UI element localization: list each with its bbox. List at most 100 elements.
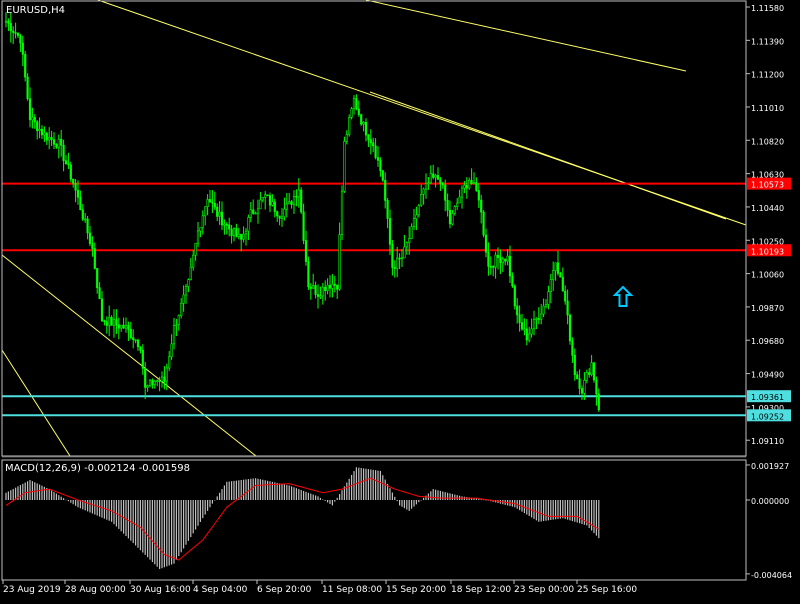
candle-body	[338, 234, 341, 290]
candle-body	[304, 240, 308, 262]
candle-body	[415, 214, 418, 219]
macd-histogram-bar	[187, 500, 189, 541]
candle-body	[319, 295, 322, 298]
macd-histogram-bar	[317, 496, 319, 500]
chart-canvas[interactable]: 1.115801.113901.112001.110101.108201.106…	[0, 0, 800, 600]
macd-histogram-bar	[161, 500, 163, 569]
macd-histogram-bar	[127, 500, 129, 539]
macd-histogram-bar	[442, 491, 444, 500]
trading-chart-window[interactable]: 1.11580 1.11390 1.11200 1.11010 1.10820 1.106…	[0, 0, 800, 600]
candle-body	[460, 187, 464, 198]
macd-histogram-bar	[58, 495, 60, 500]
candle-body	[590, 362, 593, 375]
macd-histogram-bar	[324, 500, 326, 501]
candle-body	[232, 228, 236, 237]
candle-body	[112, 319, 116, 326]
candle-body	[72, 178, 75, 184]
macd-histogram-bar	[363, 468, 365, 500]
macd-histogram-bar	[360, 468, 362, 500]
macd-histogram-bar	[283, 484, 285, 500]
macd-histogram-bar	[351, 474, 353, 500]
candle-body	[528, 333, 531, 341]
candle-body	[237, 233, 240, 237]
macd-histogram-bar	[437, 490, 439, 500]
candle-body	[93, 248, 96, 269]
candle-body	[499, 257, 502, 264]
candle-body	[324, 286, 327, 291]
price-tick-label: 1.11010	[751, 104, 784, 113]
candle-body	[187, 279, 190, 287]
candle-body	[177, 315, 180, 325]
candle-body	[494, 254, 497, 268]
candle-body	[7, 20, 10, 24]
time-tick-label: 6 Sep 20:00	[257, 585, 312, 595]
macd-histogram-bar	[257, 478, 259, 500]
macd-histogram-bar	[413, 500, 415, 507]
macd-histogram-bar	[77, 500, 79, 508]
macd-histogram-bar	[209, 500, 211, 508]
candle-body	[549, 279, 552, 293]
macd-histogram-bar	[233, 480, 235, 500]
candle-body	[496, 254, 500, 258]
macd-histogram-bar	[96, 500, 98, 516]
candle-body	[516, 305, 519, 316]
candle-body	[588, 372, 591, 375]
candle-body	[312, 285, 315, 289]
candle-body	[283, 208, 286, 218]
candle-body	[458, 196, 461, 204]
candle-body	[9, 23, 12, 32]
symbol-label: EURUSD,H4	[6, 5, 65, 16]
macd-histogram-bar	[243, 479, 245, 500]
candle-body	[501, 258, 504, 264]
macd-histogram-bar	[339, 494, 341, 500]
macd-histogram-bar	[103, 500, 105, 519]
candle-body	[84, 218, 87, 221]
macd-histogram-bar	[195, 500, 197, 530]
candle-body	[14, 32, 17, 34]
candle-body	[43, 132, 46, 136]
candle-body	[456, 202, 459, 207]
candle-body	[453, 206, 456, 214]
macd-histogram-bar	[454, 494, 456, 500]
candle-body	[578, 378, 581, 389]
candle-body	[468, 179, 471, 189]
macd-histogram-bar	[425, 495, 427, 500]
time-tick-label: 25 Sep 16:00	[577, 585, 637, 595]
candle-body	[307, 261, 310, 288]
candle-body	[81, 209, 84, 220]
macd-histogram-bar	[139, 500, 141, 551]
time-tick-label: 4 Sep 04:00	[193, 585, 248, 595]
macd-histogram-bar	[221, 489, 223, 500]
candle-body	[369, 139, 372, 144]
macd-histogram-bar	[432, 489, 434, 500]
macd-histogram-bar	[130, 500, 132, 541]
macd-histogram-bar	[389, 488, 391, 500]
candle-body	[451, 213, 454, 225]
candle-body	[396, 257, 399, 269]
candle-body	[148, 379, 152, 386]
macd-histogram-bar	[420, 500, 422, 501]
price-tick-label: 1.10820	[751, 137, 784, 146]
macd-histogram-bar	[341, 490, 343, 500]
macd-histogram-bar	[99, 500, 101, 517]
macd-histogram-bar	[595, 500, 597, 536]
macd-histogram-bar	[358, 467, 360, 500]
macd-histogram-bar	[55, 493, 57, 500]
candle-body	[189, 266, 192, 280]
macd-histogram-bar	[346, 482, 348, 500]
candle-body	[583, 380, 586, 394]
candle-body	[556, 262, 560, 274]
candle-body	[480, 199, 483, 213]
macd-histogram-bar	[238, 480, 240, 500]
macd-histogram-bar	[197, 500, 199, 526]
candle-body	[28, 98, 32, 121]
macd-histogram-bar	[41, 485, 43, 500]
macd-tick-label: -0.004064	[751, 571, 792, 580]
macd-histogram-bar	[399, 500, 401, 506]
candle-body	[136, 339, 140, 348]
candle-body	[170, 343, 173, 358]
macd-histogram-bar	[435, 489, 437, 500]
candle-body	[388, 218, 392, 245]
candle-body	[156, 380, 159, 382]
macd-histogram-bar	[94, 500, 96, 515]
